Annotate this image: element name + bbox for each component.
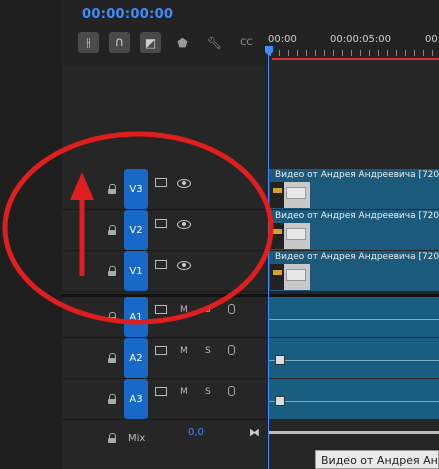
lock-icon[interactable] bbox=[108, 184, 116, 194]
video-clip[interactable]: Видео от Андрея Андреевича [720] bbox=[269, 251, 439, 291]
track-header-v1[interactable] bbox=[62, 251, 268, 292]
track-target-a2[interactable]: A2 bbox=[124, 338, 148, 378]
sync-lock-icon[interactable] bbox=[155, 260, 167, 269]
video-clip[interactable]: Видео от Андрея Андреевича [720] bbox=[269, 210, 439, 250]
insert-sequence-button[interactable]: ⫲ bbox=[78, 32, 99, 53]
eye-icon[interactable] bbox=[177, 220, 191, 229]
snap-button[interactable]: ∩ bbox=[109, 32, 130, 53]
clip-thumbnail bbox=[270, 223, 310, 249]
audio-clip[interactable] bbox=[269, 379, 439, 419]
clip-thumbnail bbox=[270, 182, 310, 208]
mute-button[interactable]: M bbox=[180, 305, 188, 315]
left-panel-edge bbox=[0, 0, 62, 469]
clip-title: Видео от Андрея Андреевича [720] bbox=[275, 252, 439, 262]
go-to-in-out-icon[interactable]: ⧓ bbox=[249, 426, 260, 439]
mic-icon[interactable] bbox=[228, 304, 235, 314]
clip-tooltip: Видео от Андрея Андреевича bbox=[315, 450, 439, 469]
linked-selection-button[interactable]: ◩ bbox=[140, 32, 161, 53]
mute-button[interactable]: M bbox=[180, 387, 188, 397]
ruler-label: 00:00 bbox=[268, 34, 297, 45]
video-clip[interactable]: Видео от Андрея Андреевича [720] bbox=[269, 169, 439, 209]
mic-icon[interactable] bbox=[228, 386, 235, 396]
clip-title: Видео от Андрея Андреевича [720] bbox=[275, 211, 439, 221]
lock-icon[interactable] bbox=[108, 225, 116, 235]
sync-lock-icon[interactable] bbox=[155, 219, 167, 228]
lock-icon[interactable] bbox=[108, 353, 116, 363]
ruler-label: 00:00:05:00 bbox=[330, 34, 392, 45]
sync-lock-icon[interactable] bbox=[155, 178, 167, 187]
snap-icon: ⫲ bbox=[86, 35, 91, 49]
sync-lock-icon[interactable] bbox=[155, 305, 167, 314]
timeline-settings-button[interactable]: 🔧︎ bbox=[204, 32, 225, 53]
solo-button[interactable]: S bbox=[205, 346, 211, 356]
work-area-bar[interactable] bbox=[272, 58, 439, 60]
playhead-line bbox=[268, 55, 269, 469]
solo-button[interactable]: S bbox=[205, 387, 211, 397]
lock-icon[interactable] bbox=[108, 312, 116, 322]
sync-lock-icon[interactable] bbox=[155, 346, 167, 355]
marker-icon: ⬟ bbox=[177, 35, 188, 50]
mic-icon[interactable] bbox=[228, 345, 235, 355]
track-target-v3[interactable]: V3 bbox=[124, 169, 148, 209]
mute-button[interactable]: M bbox=[180, 346, 188, 356]
lock-icon[interactable] bbox=[108, 394, 116, 404]
track-target-a1[interactable]: A1 bbox=[124, 297, 148, 337]
track-target-a3[interactable]: A3 bbox=[124, 379, 148, 419]
keyframe-icon[interactable] bbox=[275, 396, 285, 406]
captions-button[interactable]: CC bbox=[236, 32, 257, 53]
track-header-a3[interactable] bbox=[62, 379, 268, 420]
eye-icon[interactable] bbox=[177, 179, 191, 188]
audio-clip[interactable] bbox=[269, 338, 439, 378]
mix-label: Mix bbox=[128, 433, 146, 444]
clip-title: Видео от Андрея Андреевича [720] bbox=[275, 170, 439, 180]
sync-lock-icon[interactable] bbox=[155, 387, 167, 396]
lock-icon[interactable] bbox=[108, 433, 116, 443]
magnet-icon: ∩ bbox=[114, 35, 125, 50]
add-marker-button[interactable]: ⬟ bbox=[172, 32, 193, 53]
track-header-v2[interactable] bbox=[62, 210, 268, 251]
clip-thumbnail bbox=[270, 264, 310, 290]
ruler-label: 00:0 bbox=[425, 34, 439, 45]
track-target-v1[interactable]: V1 bbox=[124, 251, 148, 291]
track-target-v2[interactable]: V2 bbox=[124, 210, 148, 250]
timecode-display[interactable]: 00:00:00:00 bbox=[82, 7, 173, 22]
mix-volume-value[interactable]: 0,0 bbox=[188, 427, 204, 438]
ruler-ticks bbox=[270, 50, 439, 56]
track-header-a2[interactable] bbox=[62, 338, 268, 379]
solo-button[interactable]: S bbox=[205, 305, 211, 315]
mix-volume-line bbox=[269, 431, 439, 434]
wrench-icon: 🔧︎ bbox=[206, 35, 223, 50]
lock-icon[interactable] bbox=[108, 266, 116, 276]
track-header-v3[interactable] bbox=[62, 169, 268, 210]
eye-icon[interactable] bbox=[177, 261, 191, 270]
linked-selection-icon: ◩ bbox=[144, 35, 157, 50]
audio-clip[interactable] bbox=[269, 297, 439, 337]
track-header-a1[interactable] bbox=[62, 297, 268, 338]
captions-icon: CC bbox=[240, 37, 253, 48]
keyframe-icon[interactable] bbox=[275, 355, 285, 365]
